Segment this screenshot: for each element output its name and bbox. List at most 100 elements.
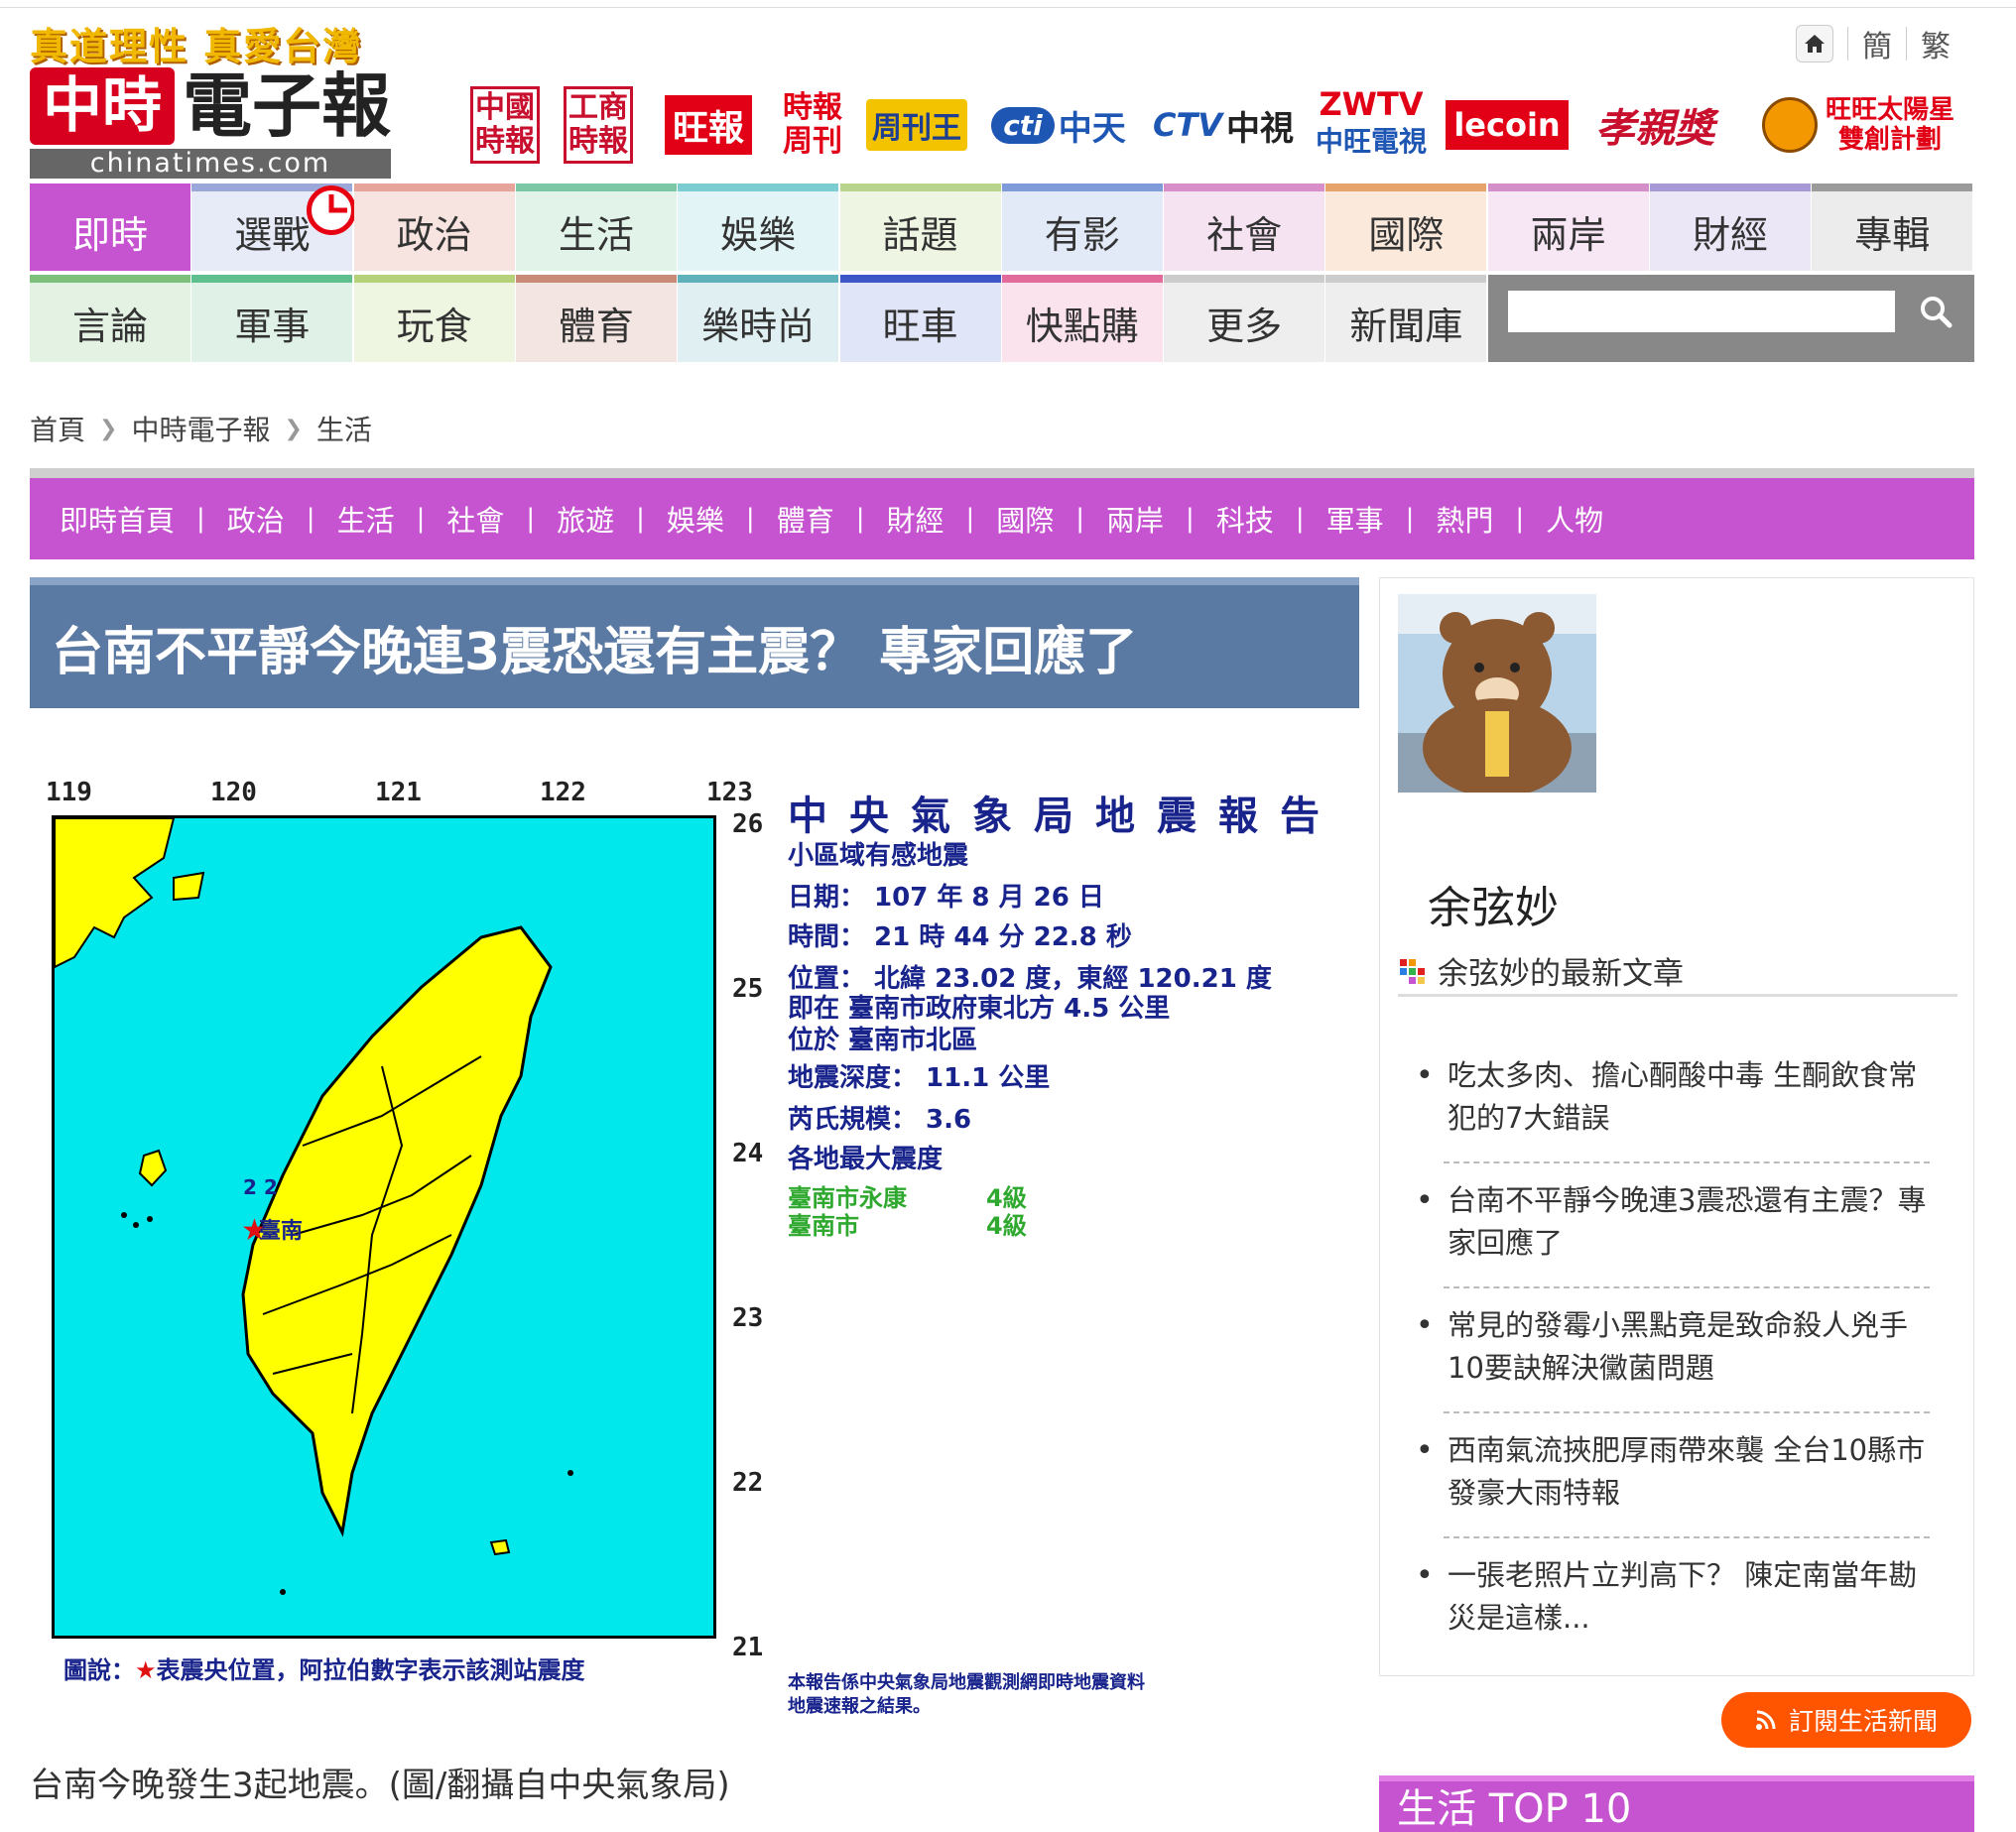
divider bbox=[1847, 27, 1848, 61]
site-logo[interactable]: 中時 電子報 chinatimes.com bbox=[30, 63, 391, 179]
latest-article-link[interactable]: 一張老照片立判高下？ 陳定南當年勘災是這樣... bbox=[1416, 1554, 1942, 1640]
nav-tab-row2-7[interactable]: 更多 bbox=[1164, 275, 1325, 362]
subnav-item[interactable]: 國際 bbox=[996, 498, 1054, 540]
taiwan-map-drawing bbox=[55, 818, 573, 1595]
breadcrumb-chinatimes[interactable]: 中時電子報 bbox=[131, 409, 270, 448]
report-line: 地震深度： 11.1 公里 bbox=[788, 1063, 1051, 1093]
nav-tab-7[interactable]: 社會 bbox=[1164, 183, 1325, 271]
subnav-item[interactable]: 熱門 bbox=[1436, 498, 1493, 540]
nav-tab-label: 社會 bbox=[1206, 212, 1283, 257]
partner-zwtv[interactable]: ZWTV 中旺電視 bbox=[1312, 85, 1431, 165]
nav-tab-row2-0[interactable]: 言論 bbox=[30, 275, 190, 362]
author-photo[interactable] bbox=[1398, 594, 1596, 793]
nav-tab-10[interactable]: 財經 bbox=[1650, 183, 1811, 271]
search-icon bbox=[1921, 297, 1953, 328]
report-title: 中央氣象局地震報告 bbox=[788, 794, 1341, 839]
lon-tick-121: 121 bbox=[375, 778, 422, 807]
nav-tab-label: 快點購 bbox=[1025, 304, 1139, 348]
election-badge-icon bbox=[307, 185, 357, 235]
subnav-item[interactable]: 生活 bbox=[337, 498, 395, 540]
search-input[interactable] bbox=[1508, 291, 1895, 332]
subnav-item[interactable]: 即時首頁 bbox=[60, 498, 175, 540]
divider: | bbox=[636, 504, 645, 534]
home-icon[interactable] bbox=[1796, 25, 1833, 62]
breadcrumb-home[interactable]: 首頁 bbox=[30, 409, 85, 448]
subnav-item[interactable]: 兩岸 bbox=[1106, 498, 1164, 540]
lat-tick-26: 26 bbox=[732, 809, 764, 839]
partner-times-weekly[interactable]: 時報 周刊 bbox=[774, 85, 851, 165]
nav-tab-0[interactable]: 即時 bbox=[30, 183, 190, 271]
nav-tab-9[interactable]: 兩岸 bbox=[1487, 183, 1649, 271]
partner-cti[interactable]: cti 中天 bbox=[984, 85, 1133, 165]
lat-tick-25: 25 bbox=[732, 974, 764, 1004]
partner-china-times[interactable]: 中國 時報 bbox=[466, 85, 544, 165]
divider: | bbox=[965, 504, 975, 534]
nav-tab-11[interactable]: 專輯 bbox=[1812, 183, 1973, 271]
search-area bbox=[1488, 275, 1974, 362]
partner-ctv[interactable]: CTV 中視 bbox=[1151, 85, 1296, 165]
nav-tab-8[interactable]: 國際 bbox=[1325, 183, 1487, 271]
divider bbox=[1444, 1536, 1930, 1538]
nav-tab-row2-5[interactable]: 旺車 bbox=[839, 275, 1001, 362]
subnav-item[interactable]: 人物 bbox=[1546, 498, 1603, 540]
nav-tab-row2-3[interactable]: 體育 bbox=[515, 275, 677, 362]
lon-tick-122: 122 bbox=[540, 778, 586, 807]
nav-tab-row2-4[interactable]: 樂時尚 bbox=[678, 275, 839, 362]
subnav-item[interactable]: 科技 bbox=[1216, 498, 1274, 540]
lat-tick-21: 21 bbox=[732, 1633, 764, 1662]
simplified-chinese-link[interactable]: 簡 bbox=[1862, 22, 1892, 65]
nav-tab-label: 玩食 bbox=[396, 304, 472, 348]
nav-tab-1[interactable]: 選戰 bbox=[191, 183, 357, 271]
star-icon: ★ bbox=[135, 1656, 157, 1684]
subnav-item[interactable]: 旅遊 bbox=[557, 498, 614, 540]
nav-tab-3[interactable]: 生活 bbox=[515, 183, 677, 271]
partner-lecoin[interactable]: lecoin bbox=[1446, 85, 1569, 165]
nav-tab-4[interactable]: 娛樂 bbox=[678, 183, 839, 271]
divider: | bbox=[196, 504, 205, 534]
divider: | bbox=[855, 504, 865, 534]
section-subnav: 即時首頁 | 政治 | 生活 | 社會 | 旅遊 | 娛樂 | 體育 | 財經 | 國際 | 兩岸 | 科技 | 軍事 | 熱門… bbox=[30, 468, 1974, 559]
report-line: 日期： 107 年 8 月 26 日 bbox=[788, 883, 1104, 913]
partner-commercial-times[interactable]: 工商 時報 bbox=[560, 85, 637, 165]
latest-article-link[interactable]: 西南氣流挾肥厚雨帶來襲 全台10縣市發豪大雨特報 bbox=[1416, 1429, 1942, 1515]
partner-filial-award[interactable]: 孝親獎 bbox=[1585, 85, 1724, 165]
nav-tab-row2-1[interactable]: 軍事 bbox=[191, 275, 353, 362]
nav-tab-label: 國際 bbox=[1368, 212, 1445, 257]
search-button[interactable] bbox=[1909, 285, 1962, 338]
subnav-item[interactable]: 社會 bbox=[446, 498, 504, 540]
author-name[interactable]: 余弦妙 bbox=[1428, 872, 1559, 935]
subnav-item[interactable]: 軍事 bbox=[1326, 498, 1384, 540]
partner-want-daily[interactable]: 旺報 bbox=[661, 85, 756, 165]
subnav-item[interactable]: 政治 bbox=[227, 498, 285, 540]
subnav-item[interactable]: 體育 bbox=[777, 498, 834, 540]
chevron-right-icon: ❯ bbox=[99, 416, 118, 441]
nav-tab-row2-6[interactable]: 快點購 bbox=[1001, 275, 1163, 362]
nav-tab-label: 軍事 bbox=[234, 304, 311, 348]
partner-want-sun-star[interactable]: 旺旺太陽星 雙創計劃 bbox=[1742, 85, 1974, 165]
nav-tab-row2-8[interactable]: 新聞庫 bbox=[1325, 275, 1487, 362]
nav-tab-2[interactable]: 政治 bbox=[353, 183, 515, 271]
breadcrumb-life[interactable]: 生活 bbox=[316, 409, 372, 448]
subnav-item[interactable]: 財經 bbox=[886, 498, 944, 540]
latest-articles-header: 余弦妙的最新文章 bbox=[1398, 947, 1957, 997]
nav-tab-row2-2[interactable]: 玩食 bbox=[353, 275, 515, 362]
subscribe-life-news-button[interactable]: 訂閱生活新聞 bbox=[1721, 1692, 1971, 1748]
top-border bbox=[0, 0, 2016, 8]
logo-mark: 中時 bbox=[30, 67, 175, 145]
partner-weekly-king[interactable]: 周刊王 bbox=[866, 85, 967, 165]
report-line: 各地最大震度 bbox=[788, 1145, 944, 1174]
image-caption: 台南今晚發生3起地震。(圖/翻攝自中央氣象局) bbox=[30, 1766, 730, 1805]
subnav-item[interactable]: 娛樂 bbox=[667, 498, 724, 540]
report-note: 地震速報之結果。 bbox=[788, 1696, 931, 1717]
divider bbox=[1444, 1161, 1930, 1163]
latest-article-link[interactable]: 常見的發霉小黑點竟是致命殺人兇手 10要訣解決黴菌問題 bbox=[1416, 1304, 1942, 1390]
nav-tab-5[interactable]: 話題 bbox=[839, 183, 1001, 271]
nav-tab-label: 兩岸 bbox=[1530, 212, 1606, 257]
latest-article-link[interactable]: 吃太多肉、擔心酮酸中毒 生酮飲食常犯的7大錯誤 bbox=[1416, 1054, 1942, 1140]
nav-tab-6[interactable]: 有影 bbox=[1001, 183, 1163, 271]
nav-tab-label: 樂時尚 bbox=[701, 304, 816, 348]
divider: | bbox=[745, 504, 755, 534]
lon-tick-120: 120 bbox=[210, 778, 257, 807]
traditional-chinese-link[interactable]: 繁 bbox=[1921, 22, 1951, 65]
latest-article-link[interactable]: 台南不平靜今晚連3震恐還有主震？專家回應了 bbox=[1416, 1179, 1942, 1265]
